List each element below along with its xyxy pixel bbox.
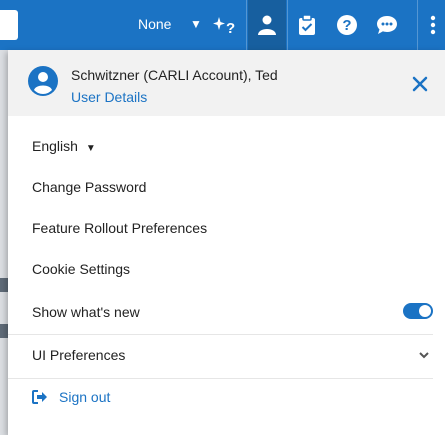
show-whats-new-item: Show what's new [32,304,140,320]
sign-out-link[interactable]: Sign out [59,389,110,405]
ui-preferences-item[interactable]: UI Preferences [32,347,125,363]
svg-text:?: ? [342,17,351,34]
user-icon[interactable] [248,0,286,50]
user-menu-panel: Schwitzner (CARLI Account), Ted User Det… [8,50,445,435]
language-selector[interactable]: English ▼ [32,138,96,154]
divider [8,378,433,379]
show-whats-new-toggle[interactable] [403,303,433,319]
language-label: English [32,138,78,154]
search-input[interactable] [0,10,18,40]
top-bar: None ▼ ? ? [0,0,445,50]
account-circle-icon [28,66,58,96]
sign-out-icon[interactable] [32,390,48,404]
more-icon[interactable] [420,0,445,50]
ai-help-icon[interactable]: ? [205,0,243,50]
user-menu-header: Schwitzner (CARLI Account), Ted User Det… [8,50,445,116]
tasks-icon[interactable] [288,0,326,50]
user-name: Schwitzner (CARLI Account), Ted [71,67,278,83]
caret-down-icon[interactable]: ▼ [190,17,202,31]
close-icon[interactable] [412,76,428,92]
change-password-item[interactable]: Change Password [32,179,146,195]
feature-rollout-item[interactable]: Feature Rollout Preferences [32,220,207,236]
svg-text:?: ? [226,20,235,36]
chat-icon[interactable] [368,0,406,50]
caret-down-icon: ▼ [85,143,96,154]
user-details-link[interactable]: User Details [71,89,147,105]
background-fragment [0,278,8,292]
cookie-settings-item[interactable]: Cookie Settings [32,261,130,277]
background-fragment [0,324,8,338]
help-icon[interactable]: ? [328,0,366,50]
chevron-down-icon[interactable] [418,349,430,361]
divider [8,334,433,335]
none-dropdown-label[interactable]: None [138,16,171,32]
